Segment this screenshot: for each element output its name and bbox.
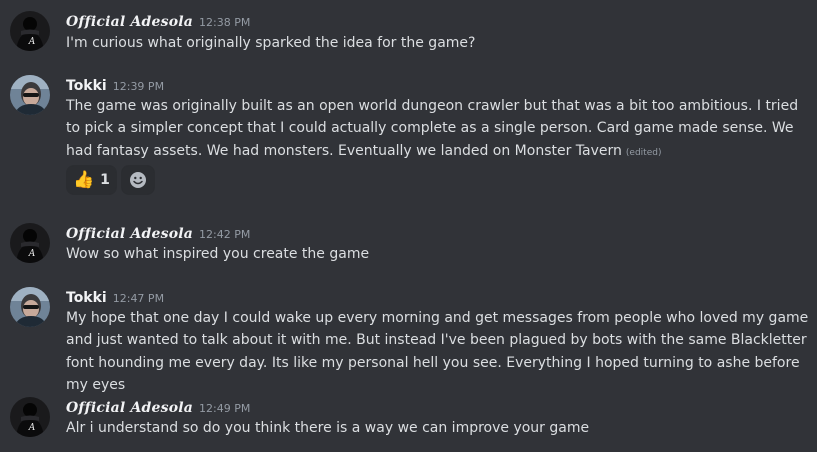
message-header: Tokki 12:47 PM <box>66 287 164 307</box>
avatar[interactable]: A <box>10 397 50 437</box>
reaction-thumbs-up[interactable]: 👍 1 <box>66 165 117 195</box>
timestamp: 12:47 PM <box>112 292 165 305</box>
message-header: Tokki 12:39 PM <box>66 75 164 95</box>
message-header: Official Adesola 12:38 PM <box>66 11 250 31</box>
timestamp: 12:39 PM <box>112 80 165 93</box>
avatar[interactable]: A <box>10 11 50 51</box>
message-header: Official Adesola 12:49 PM <box>66 397 250 417</box>
username[interactable]: Tokki <box>66 290 107 306</box>
dark-figure-avatar-icon: A <box>10 397 50 437</box>
username[interactable]: Official Adesola <box>66 226 193 242</box>
reaction-count: 1 <box>100 172 110 188</box>
message-text: The game was originally built as an open… <box>66 95 811 164</box>
username[interactable]: Official Adesola <box>66 400 193 416</box>
username[interactable]: Tokki <box>66 78 107 94</box>
svg-text:A: A <box>28 37 36 47</box>
svg-text:A: A <box>28 423 36 433</box>
add-reaction-button[interactable] <box>120 165 155 195</box>
sunglasses-avatar-icon <box>10 287 50 327</box>
reactions: 👍 1 <box>66 165 155 195</box>
message-header: Official Adesola 12:42 PM <box>66 223 250 243</box>
message-text: My hope that one day I could wake up eve… <box>66 310 809 393</box>
timestamp: 12:38 PM <box>199 16 251 29</box>
chat-messages: A Official Adesola 12:38 PM I'm curious w… <box>0 0 817 452</box>
smiley-face-icon <box>129 172 146 188</box>
dark-figure-avatar-icon: A <box>10 11 50 51</box>
timestamp: 12:49 PM <box>199 402 251 415</box>
avatar[interactable] <box>10 287 50 327</box>
avatar[interactable]: A <box>10 223 50 263</box>
timestamp: 12:42 PM <box>199 228 251 241</box>
edited-label: (edited) <box>625 147 662 158</box>
message-body: The game was originally built as an open… <box>66 98 799 159</box>
dark-figure-avatar-icon: A <box>10 223 50 263</box>
username[interactable]: Official Adesola <box>66 14 193 30</box>
svg-text:A: A <box>28 249 36 259</box>
sunglasses-avatar-icon <box>10 75 50 115</box>
message-text: Alr i understand so do you think there i… <box>66 420 590 436</box>
message-text: Wow so what inspired you create the game <box>66 246 370 262</box>
avatar[interactable] <box>10 75 50 115</box>
message-text: I'm curious what originally sparked the … <box>66 35 476 51</box>
thumbs-up-icon: 👍 <box>73 169 95 190</box>
